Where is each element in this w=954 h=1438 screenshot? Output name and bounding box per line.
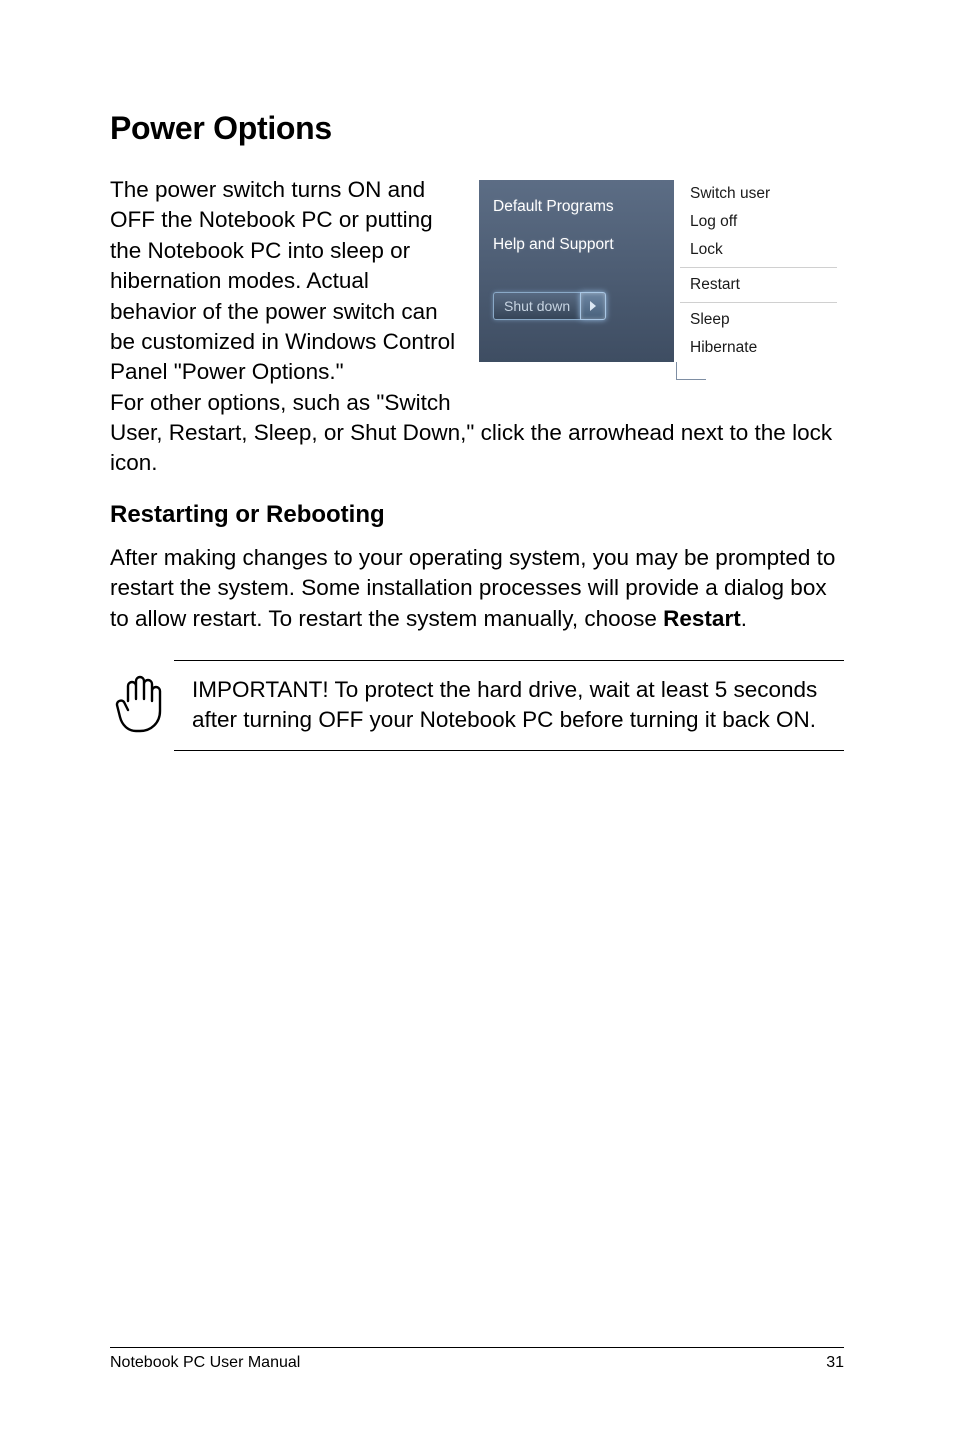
menu-separator	[680, 302, 837, 303]
shutdown-arrow-button[interactable]	[580, 292, 606, 320]
menu-item-default-programs[interactable]: Default Programs	[493, 198, 674, 216]
footer-page-number: 31	[826, 1354, 844, 1372]
paragraph-1b: For other options, such as "Switch	[110, 388, 456, 418]
start-menu-left-panel: Default Programs Help and Support Shut d…	[479, 180, 674, 362]
page-heading: Power Options	[110, 110, 844, 147]
footer-title: Notebook PC User Manual	[110, 1354, 300, 1372]
paragraph-1c: User, Restart, Sleep, or Shut Down," cli…	[110, 418, 844, 479]
menu-item-help-and-support[interactable]: Help and Support	[493, 236, 674, 254]
shutdown-menu-screenshot: Default Programs Help and Support Shut d…	[478, 179, 844, 381]
power-options-submenu: Switch user Log off Lock Restart Sleep H…	[674, 180, 843, 362]
paragraph-2-text-c: .	[741, 606, 747, 631]
menu-separator	[680, 267, 837, 268]
menu-bottom-notch	[479, 362, 843, 380]
page-footer: Notebook PC User Manual 31	[110, 1347, 844, 1372]
option-switch-user[interactable]: Switch user	[674, 180, 843, 208]
important-text: IMPORTANT! To protect the hard drive, wa…	[192, 675, 844, 736]
paragraph-2: After making changes to your operating s…	[110, 543, 844, 634]
hand-stop-icon	[110, 671, 170, 740]
restart-keyword: Restart	[663, 606, 741, 631]
important-note: IMPORTANT! To protect the hard drive, wa…	[174, 660, 844, 751]
option-hibernate[interactable]: Hibernate	[674, 334, 843, 362]
paragraph-1a: The power switch turns ON and OFF the No…	[110, 175, 456, 388]
subheading-restarting: Restarting or Rebooting	[110, 501, 844, 529]
option-restart[interactable]: Restart	[674, 271, 843, 299]
option-log-off[interactable]: Log off	[674, 208, 843, 236]
shutdown-button[interactable]: Shut down	[493, 292, 580, 320]
chevron-right-icon	[589, 301, 597, 311]
option-lock[interactable]: Lock	[674, 236, 843, 264]
option-sleep[interactable]: Sleep	[674, 306, 843, 334]
